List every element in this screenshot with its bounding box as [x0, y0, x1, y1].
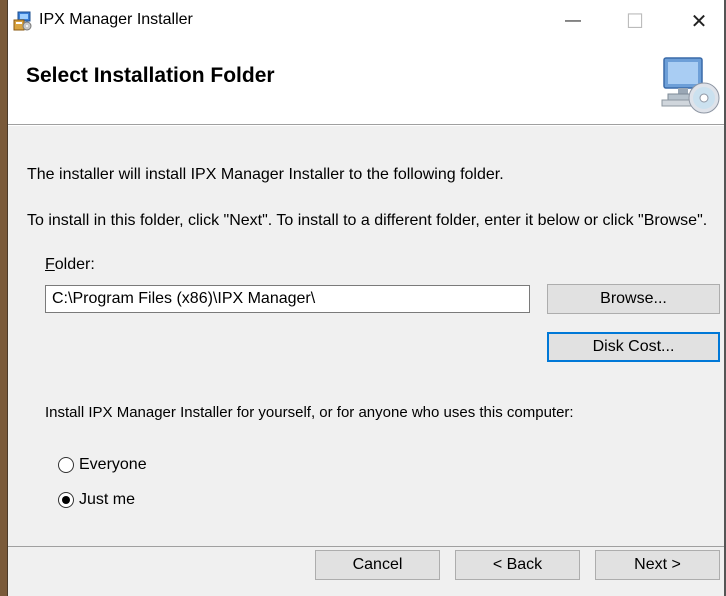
cancel-button[interactable]: Cancel [315, 550, 440, 580]
radio-button-selected-icon[interactable] [58, 492, 74, 508]
close-button[interactable]: ✕ [676, 0, 722, 42]
maximize-icon: ☐ [626, 10, 644, 33]
radio-just-me-label: Just me [79, 491, 136, 508]
page-title: Select Installation Folder [26, 64, 275, 87]
folder-path-input[interactable] [45, 285, 530, 313]
header-banner: Select Installation Folder [8, 42, 724, 124]
folder-label-accelerator: F [45, 256, 55, 273]
install-description: The installer will install IPX Manager I… [27, 166, 504, 183]
minimize-button[interactable]: — [550, 0, 596, 42]
next-button[interactable]: Next > [595, 550, 720, 580]
back-button[interactable]: < Back [455, 550, 580, 580]
window-title: IPX Manager Installer [39, 11, 193, 28]
dialog-body: The installer will install IPX Manager I… [8, 126, 724, 546]
title-bar: IPX Manager Installer — ☐ ✕ [8, 0, 724, 42]
radio-everyone[interactable]: Everyone [58, 456, 147, 474]
maximize-button[interactable]: ☐ [612, 0, 658, 42]
folder-label: Folder: [45, 256, 95, 274]
dialog-footer: Cancel < Back Next > [8, 547, 724, 596]
folder-label-text: older: [54, 256, 95, 273]
computer-with-cd-icon [660, 56, 720, 116]
instructions-text: To install in this folder, click "Next".… [27, 212, 708, 229]
disk-cost-button[interactable]: Disk Cost... [547, 332, 720, 362]
background-window-edge [0, 0, 8, 596]
minimize-icon: — [565, 12, 581, 29]
close-icon: ✕ [690, 10, 708, 33]
browse-button[interactable]: Browse... [547, 284, 720, 314]
installer-app-icon [13, 11, 33, 31]
radio-button-icon[interactable] [58, 457, 74, 473]
radio-everyone-label: Everyone [79, 456, 147, 473]
radio-just-me[interactable]: Just me [58, 491, 135, 509]
install-scope-question: Install IPX Manager Installer for yourse… [45, 404, 574, 421]
